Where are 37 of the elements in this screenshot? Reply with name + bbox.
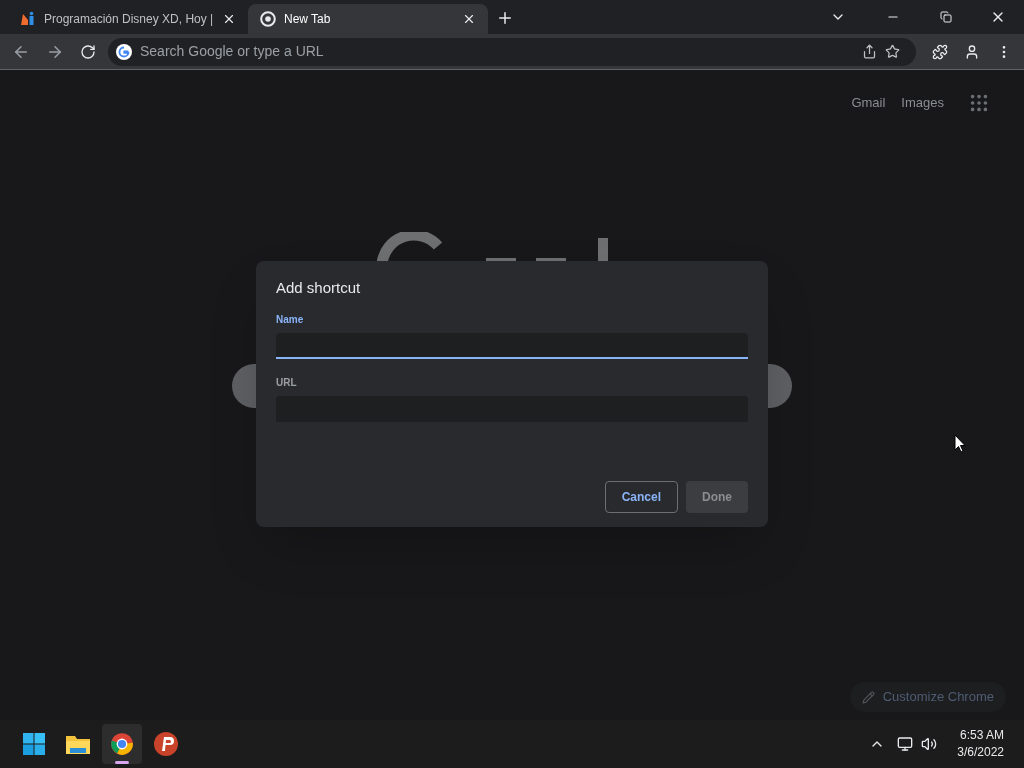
dialog-button[interactable]: Cancel	[604, 481, 678, 513]
google-icon	[116, 43, 132, 60]
reload-icon[interactable]	[80, 43, 96, 60]
share-icon[interactable]	[862, 44, 877, 59]
close-icon[interactable]	[222, 12, 236, 26]
dialog-title: Add shortcut	[276, 278, 362, 298]
header-link[interactable]: Images	[901, 93, 944, 113]
address-bar[interactable]: Search Google or type a URL	[108, 37, 916, 66]
tab-title: New Tab	[284, 11, 332, 28]
header-link[interactable]: Gmail	[851, 93, 886, 113]
profile-icon[interactable]	[964, 43, 980, 60]
bookmark-star-icon[interactable]	[885, 44, 900, 59]
address-placeholder: Search Google or type a URL	[140, 42, 325, 61]
browser-tab[interactable]: Programación Disney XD, Hoy |	[8, 4, 248, 34]
customize-label: Customize Chrome	[882, 688, 994, 707]
new-tab-icon[interactable]	[496, 9, 514, 27]
close-icon[interactable]	[462, 12, 476, 26]
chrome-icon	[260, 11, 276, 27]
volume-icon[interactable]	[921, 736, 938, 752]
browser-tab[interactable]: New Tab	[248, 4, 488, 34]
restore-icon[interactable]	[940, 11, 952, 23]
windows-icon	[22, 732, 46, 756]
apps-grid-icon[interactable]	[968, 92, 990, 114]
clock-date[interactable]: 3/6/2022	[957, 744, 1004, 761]
folder-icon	[65, 733, 91, 755]
psiphon-icon	[153, 731, 179, 757]
chrome-icon	[110, 732, 134, 756]
extensions-icon[interactable]	[932, 43, 948, 60]
field-label: Name	[276, 312, 305, 327]
site-logo-icon	[20, 11, 36, 27]
clock-time[interactable]: 6:53 AM	[959, 727, 1004, 744]
pencil-icon	[861, 690, 875, 704]
tab-title: Programación Disney XD, Hoy |	[44, 11, 214, 28]
taskbar-app[interactable]	[102, 724, 142, 764]
field-label: URL	[276, 375, 298, 390]
text-field[interactable]	[276, 332, 748, 359]
mouse-cursor-icon	[954, 434, 966, 453]
